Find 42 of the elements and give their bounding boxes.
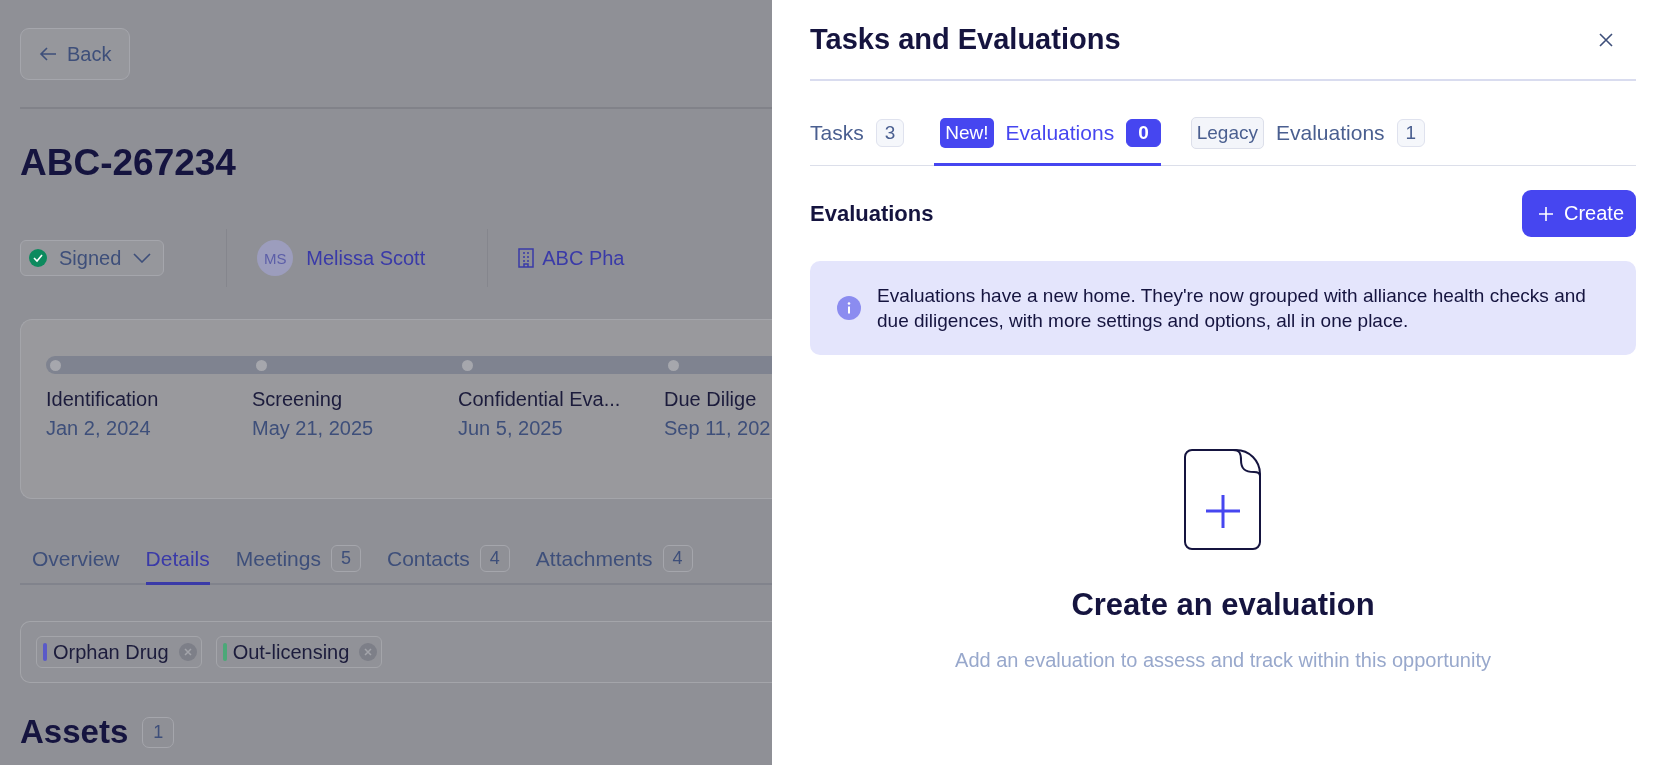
back-button[interactable]: Back [20,28,131,80]
empty-state-text: Add an evaluation to assess and track within this opportunity [955,649,1491,672]
section-title: Evaluations [810,200,934,227]
tab[interactable]: Tasks 3 [810,117,905,166]
tab[interactable]: Overview [32,545,120,585]
tab[interactable]: Details [145,545,210,585]
count-badge: 1 [142,716,175,748]
stage-name: Screening [252,388,344,411]
arrow-left-icon [39,46,57,62]
page-title: ABC-267234 [20,141,237,185]
tab[interactable]: New! Evaluations 0 [934,117,1161,166]
status-dropdown[interactable]: Signed [20,240,165,276]
stage-name: Confidential Eva... [458,388,622,411]
stage-name: Identification [46,388,160,411]
avatar: MS [257,240,294,276]
building-icon [518,248,535,268]
stage-date: Jun 5, 2025 [458,417,564,440]
remove-icon[interactable] [359,643,378,661]
stage-date: May 21, 2025 [252,417,375,440]
info-icon [837,296,861,320]
owner-link[interactable]: Melissa Scott [306,246,426,270]
stage-date: Jan 2, 2024 [46,417,152,440]
company-link[interactable]: ABC Pha [542,246,625,270]
empty-state-title: Create an evaluation [1071,587,1375,623]
tab[interactable]: Legacy Evaluations 1 [1190,117,1426,166]
info-text: Evaluations have a new home. They're now grouped with alliance health checks and due diligences, with more settings and options, all in one place. [877,284,1587,333]
create-button[interactable]: Create [1521,190,1636,237]
section-title: Assets [20,713,129,751]
chevron-down-icon [133,253,152,263]
plus-icon [1537,205,1554,222]
remove-icon[interactable] [178,643,197,661]
tag-label: Orphan Drug [53,640,169,664]
check-circle-icon [29,249,47,267]
tag-label: Out-licensing [232,640,350,664]
panel-title: Tasks and Evaluations [810,23,1121,56]
tab[interactable]: Meetings 5 [235,545,361,585]
new-document-icon [1184,449,1262,551]
tab[interactable]: Contacts 4 [386,545,510,585]
stage-name: Due Dilige [664,388,758,411]
tab[interactable]: Attachments 4 [535,545,693,585]
stage-date: Sep 11, 202 [664,417,772,440]
close-icon[interactable] [1598,31,1614,48]
